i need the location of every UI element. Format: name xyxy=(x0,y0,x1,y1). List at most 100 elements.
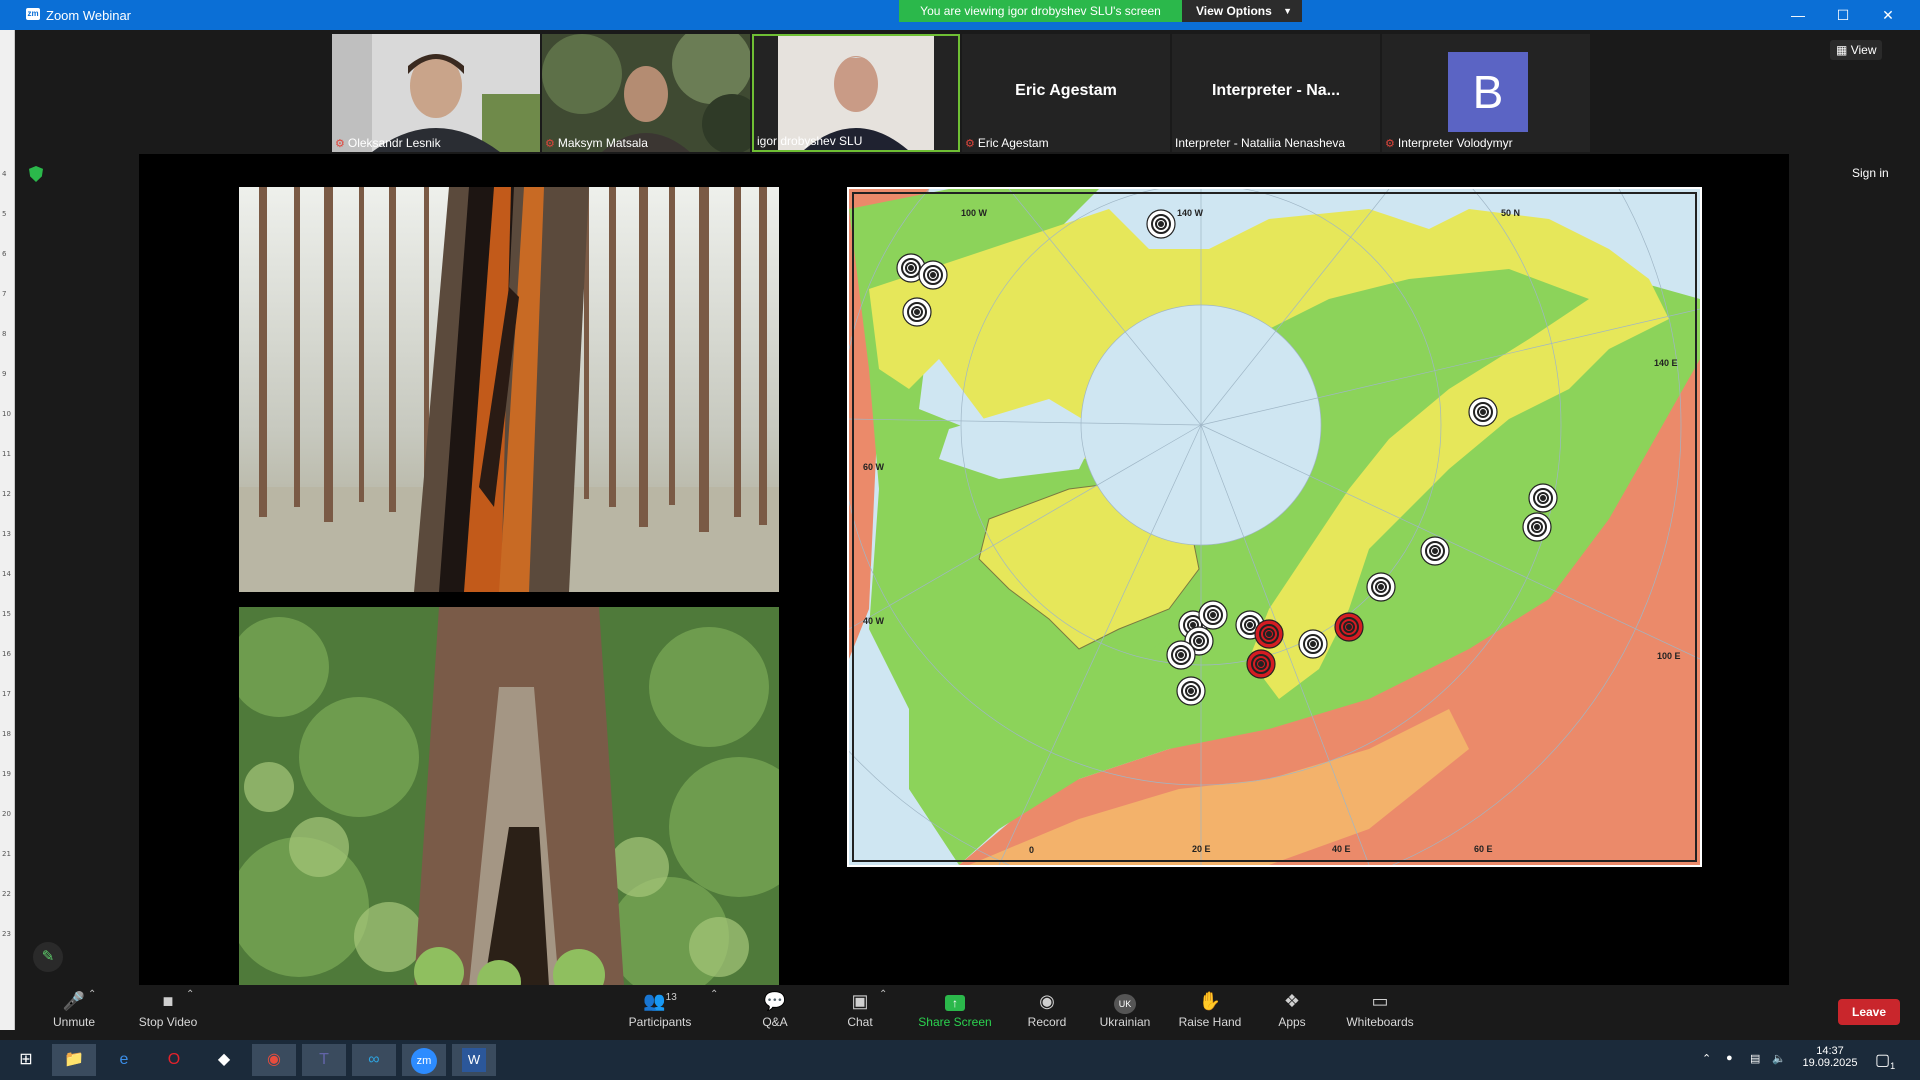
ruler-number: 7 xyxy=(2,290,7,298)
qa-icon: 💬 xyxy=(763,991,787,1011)
participant-name: Eric Agestam xyxy=(977,136,1049,150)
participant-name: Oleksandr Lesnik xyxy=(347,136,441,150)
ruler-number: 16 xyxy=(2,650,11,658)
close-button[interactable]: ✕ xyxy=(1868,4,1908,26)
ruler-number: 5 xyxy=(2,210,7,218)
study-site-marker xyxy=(1420,536,1450,566)
zoom-taskbar-icon[interactable]: zm xyxy=(402,1044,446,1076)
ruler-number: 17 xyxy=(2,690,11,698)
map-label-0: 0 xyxy=(1029,845,1034,855)
opera-icon[interactable]: O xyxy=(152,1044,196,1076)
record-button[interactable]: ◉ Record xyxy=(1017,991,1077,1029)
windows-start-icon[interactable]: ⊞ xyxy=(4,1044,48,1076)
file-explorer-icon[interactable]: 📁 xyxy=(52,1044,96,1076)
clock-date: 19.09.2025 xyxy=(1802,1057,1858,1069)
annotate-pencil-button[interactable]: ✎ xyxy=(33,942,63,972)
participant-name: Interpreter - Nataliia Nenasheva xyxy=(1175,136,1346,150)
internet-explorer-icon[interactable]: e xyxy=(102,1044,146,1076)
webex-icon[interactable]: ∞ xyxy=(352,1044,396,1076)
participant-tile[interactable]: Eric Agestam ⚙ Eric Agestam xyxy=(962,34,1170,152)
language-interpretation-button[interactable]: UK Ukrainian xyxy=(1090,991,1160,1029)
ruler-number: 19 xyxy=(2,770,11,778)
participants-button[interactable]: 👥13 Participants xyxy=(620,991,700,1029)
study-site-marker xyxy=(1298,629,1328,659)
participant-name: Maksym Matsala xyxy=(557,136,648,150)
audio-options-caret[interactable]: ⌃ xyxy=(88,989,96,1000)
unmute-button[interactable]: 🎤 Unmute xyxy=(39,991,109,1029)
app-icon[interactable]: ◆ xyxy=(202,1044,246,1076)
study-site-marker-highlighted xyxy=(1246,649,1276,679)
chrome-icon[interactable]: ◉ xyxy=(252,1044,296,1076)
ruler-number: 4 xyxy=(2,170,7,178)
participant-tile[interactable]: B ⚙ Interpreter Volodymyr xyxy=(1382,34,1590,152)
map-label-20e: 20 E xyxy=(1192,844,1211,854)
circumpolar-biome-map: 100 W 140 W 50 N 140 E 60 W 40 W 100 E 0… xyxy=(720,0,1702,906)
study-site-marker xyxy=(1198,600,1228,630)
participant-tile[interactable]: ⚙ Maksym Matsala xyxy=(542,34,750,152)
minimize-button[interactable]: — xyxy=(1778,4,1818,26)
window-titlebar: zm Zoom Webinar You are viewing igor dro… xyxy=(0,0,1920,30)
participant-tile-active-speaker[interactable]: igor drobyshev SLU xyxy=(752,34,960,152)
tray-app-icon[interactable]: ● xyxy=(1726,1052,1733,1064)
video-camera-icon: ■ xyxy=(162,991,174,1011)
raise-hand-button[interactable]: ✋ Raise Hand xyxy=(1170,991,1250,1029)
network-icon[interactable]: ▤ xyxy=(1750,1052,1760,1065)
study-site-marker xyxy=(1176,676,1206,706)
share-screen-button[interactable]: ↑ Share Screen xyxy=(910,991,1000,1029)
participants-options-caret[interactable]: ⌃ xyxy=(710,989,718,1000)
study-site-marker xyxy=(1366,572,1396,602)
background-window-ruler: 4 5 6 7 8 9 10 11 12 13 14 15 16 17 18 19 20 21 22 23 xyxy=(0,30,15,1030)
avatar: B xyxy=(1448,52,1528,132)
ruler-number: 23 xyxy=(2,930,11,938)
word-icon[interactable]: W xyxy=(452,1044,496,1076)
ruler-number: 8 xyxy=(2,330,7,338)
study-site-marker-highlighted xyxy=(1254,619,1284,649)
participant-display-name: Eric Agestam xyxy=(1015,82,1117,99)
participants-label: Participants xyxy=(628,1015,692,1029)
study-site-marker xyxy=(1528,483,1558,513)
participant-name-bar: Interpreter - Nataliia Nenasheva xyxy=(1175,136,1345,150)
maximize-button[interactable]: ☐ xyxy=(1823,4,1863,26)
view-label: View xyxy=(1850,43,1877,57)
chat-options-caret[interactable]: ⌃ xyxy=(879,989,887,1000)
participant-name-bar: ⚙ Interpreter Volodymyr xyxy=(1385,136,1513,150)
sign-in-link[interactable]: Sign in xyxy=(1852,166,1889,180)
view-options-button[interactable]: View Options ▼ xyxy=(1182,0,1302,22)
ruler-number: 14 xyxy=(2,570,11,578)
chat-label: Chat xyxy=(847,1015,873,1029)
participant-gallery: ⚙ Oleksandr Lesnik ⚙ Maksym Matsala igor d… xyxy=(332,34,1596,152)
map-label-40w: 40 W xyxy=(863,616,885,626)
whiteboards-button[interactable]: ▭ Whiteboards xyxy=(1335,991,1425,1029)
gallery-view-button[interactable]: ▦ View xyxy=(1830,40,1883,60)
apps-button[interactable]: ❖ Apps xyxy=(1262,991,1322,1029)
view-options-label: View Options xyxy=(1196,4,1272,18)
window-title: Zoom Webinar xyxy=(46,8,132,23)
participant-tile[interactable]: Interpreter - Na... Interpreter - Natali… xyxy=(1172,34,1380,152)
map-label-40e: 40 E xyxy=(1332,844,1351,854)
clock[interactable]: 14:37 19.09.2025 xyxy=(1800,1045,1860,1069)
tray-expand-icon[interactable]: ⌃ xyxy=(1702,1052,1711,1065)
record-icon: ◉ xyxy=(1039,991,1055,1011)
study-site-marker xyxy=(918,260,948,290)
ruler-number: 22 xyxy=(2,890,11,898)
teams-icon[interactable]: T xyxy=(302,1044,346,1076)
notification-center-icon[interactable]: ▢1 xyxy=(1875,1050,1895,1071)
ruler-number: 18 xyxy=(2,730,11,738)
participant-tile[interactable]: ⚙ Oleksandr Lesnik xyxy=(332,34,540,152)
study-site-marker-highlighted xyxy=(1334,612,1364,642)
chevron-down-icon: ▼ xyxy=(1283,6,1292,16)
apps-label: Apps xyxy=(1278,1015,1306,1029)
mic-muted-icon: 🎤 xyxy=(62,991,86,1011)
participants-count: 13 xyxy=(665,992,677,1003)
participant-video xyxy=(332,34,540,152)
shared-screen: 100 W 140 W 50 N 140 E 60 W 40 W 100 E 0… xyxy=(139,0,1789,986)
stop-video-button[interactable]: ■ Stop Video xyxy=(123,991,213,1029)
meeting-toolbar: 🎤 Unmute ⌃ ■ Stop Video ⌃ 👥13 Participan… xyxy=(15,985,1920,1040)
volume-icon[interactable]: 🔈 xyxy=(1772,1052,1786,1065)
screen-share-banner: You are viewing igor drobyshev SLU's scr… xyxy=(899,0,1182,22)
whiteboards-label: Whiteboards xyxy=(1346,1015,1414,1029)
video-options-caret[interactable]: ⌃ xyxy=(186,989,194,1000)
leave-button[interactable]: Leave xyxy=(1838,999,1900,1025)
qa-button[interactable]: 💬 Q&A xyxy=(745,991,805,1029)
participant-video xyxy=(754,36,958,150)
